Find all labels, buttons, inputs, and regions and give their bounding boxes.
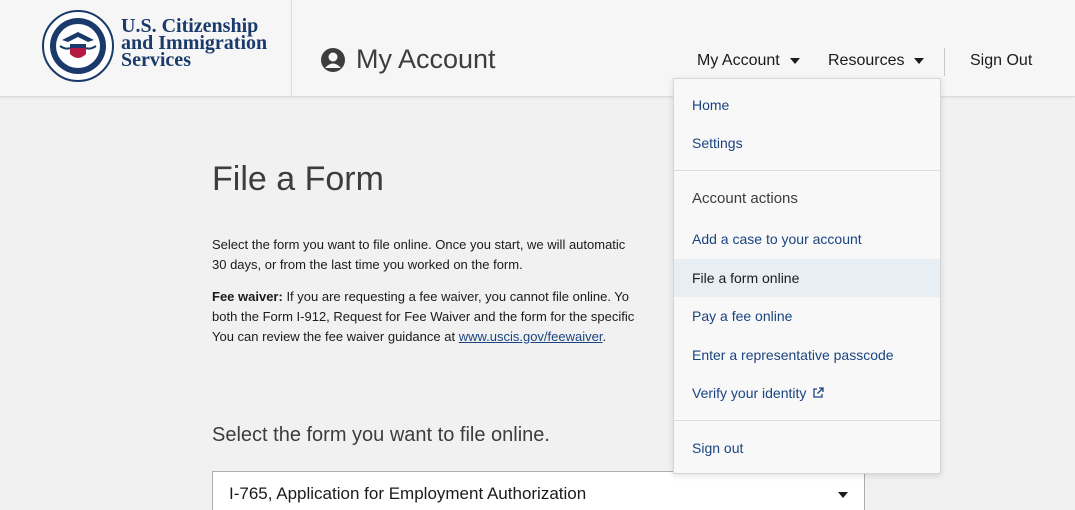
nav-sign-out[interactable]: Sign Out [970, 52, 1032, 70]
menu-item-verify-identity[interactable]: Verify your identity [674, 374, 940, 412]
dhs-seal-icon[interactable] [42, 10, 114, 82]
nav-resources-label: Resources [828, 52, 905, 69]
nav-separator [944, 48, 945, 76]
nav-resources[interactable]: Resources [828, 52, 925, 70]
form-select-value: I-765, Application for Employment Author… [229, 484, 587, 503]
menu-item-home[interactable]: Home [674, 86, 940, 124]
menu-heading-account-actions: Account actions [692, 190, 798, 207]
intro-paragraph: Select the form you want to file online.… [212, 235, 682, 275]
select-form-heading: Select the form you want to file online. [212, 424, 550, 446]
fee-line-2: both the Form I-912, Request for Fee Wai… [212, 309, 635, 324]
intro-line-1: Select the form you want to file online.… [212, 237, 626, 252]
chevron-down-icon [838, 492, 848, 498]
intro-text: Select the form you want to file online.… [212, 235, 682, 359]
nav-my-account-label: My Account [697, 52, 780, 69]
caret-down-icon [789, 58, 800, 64]
menu-item-pay-fee[interactable]: Pay a fee online [674, 297, 940, 335]
header-divider [291, 0, 292, 97]
intro-line-2: 30 days, or from the last time you worke… [212, 257, 523, 272]
fee-line-3-prefix: You can review the fee waiver guidance a… [212, 329, 459, 344]
menu-divider [674, 420, 940, 421]
caret-down-icon [914, 58, 925, 64]
user-circle-icon [321, 47, 345, 72]
menu-divider [674, 170, 940, 171]
menu-item-settings[interactable]: Settings [674, 124, 940, 162]
nav-my-account[interactable]: My Account [697, 52, 800, 70]
nav-sign-out-label: Sign Out [970, 52, 1033, 69]
external-link-icon [813, 387, 825, 398]
fee-waiver-paragraph: Fee waiver: If you are requesting a fee … [212, 287, 682, 347]
form-select[interactable]: I-765, Application for Employment Author… [212, 471, 865, 510]
agency-name-line-3: Services [121, 49, 191, 71]
agency-name[interactable]: U.S. Citizenship and Immigration Service… [121, 16, 267, 71]
menu-item-passcode[interactable]: Enter a representative passcode [674, 336, 940, 374]
menu-item-add-case[interactable]: Add a case to your account [674, 220, 940, 258]
my-account-menu: Home Settings Account actions Add a case… [673, 78, 941, 474]
fee-line-1: If you are requesting a fee waiver, you … [282, 289, 630, 304]
fee-line-3-suffix: . [602, 329, 607, 344]
menu-item-sign-out[interactable]: Sign out [674, 429, 940, 467]
menu-item-file-form[interactable]: File a form online [674, 259, 940, 297]
menu-item-verify-label: Verify your identity [692, 385, 807, 401]
page-label-text: My Account [356, 44, 496, 74]
fee-waiver-label: Fee waiver: [212, 289, 283, 304]
page-label: My Account [320, 44, 496, 75]
fee-waiver-link[interactable]: www.uscis.gov/feewaiver [459, 329, 603, 344]
